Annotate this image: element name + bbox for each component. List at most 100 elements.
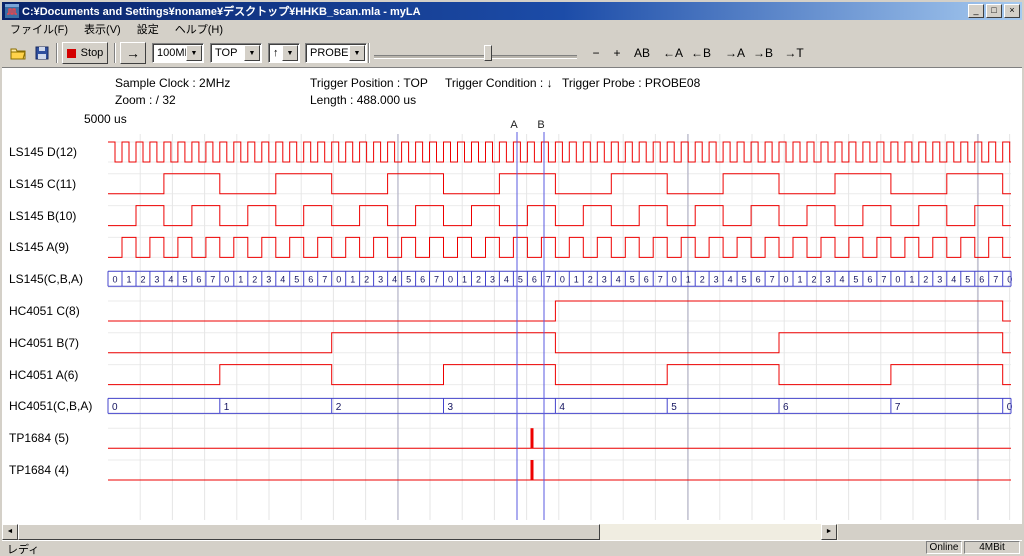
scroll-right-icon[interactable]: ► bbox=[821, 524, 837, 540]
ab-button[interactable]: AB bbox=[630, 44, 654, 62]
channel-label: LS145(C,B,A) bbox=[9, 271, 83, 287]
goto-trigger-button[interactable]: →T bbox=[782, 44, 806, 62]
svg-text:1: 1 bbox=[909, 275, 914, 285]
svg-text:6: 6 bbox=[644, 275, 649, 285]
horizontal-scrollbar[interactable]: ◄ ► bbox=[2, 524, 838, 540]
goto-a-right-button[interactable]: →A bbox=[722, 44, 748, 62]
svg-text:4: 4 bbox=[728, 275, 733, 285]
zoom-in-button[interactable]: + bbox=[608, 44, 626, 62]
svg-text:5: 5 bbox=[630, 275, 635, 285]
open-folder-icon bbox=[10, 47, 26, 60]
menu-view[interactable]: 表示(V) bbox=[76, 19, 129, 39]
trigger-position-select[interactable]: TOP ▼ bbox=[210, 43, 262, 63]
trigger-edge-select[interactable]: ↑ ▼ bbox=[268, 43, 300, 63]
trigger-edge-value: ↑ bbox=[273, 47, 279, 59]
svg-text:0: 0 bbox=[672, 275, 677, 285]
channel-label: TP1684 (4) bbox=[9, 462, 69, 478]
svg-text:6: 6 bbox=[420, 275, 425, 285]
zoom-slider[interactable] bbox=[374, 55, 577, 59]
goto-b-left-button[interactable]: ←B bbox=[688, 44, 714, 62]
svg-text:3: 3 bbox=[448, 402, 454, 413]
svg-text:0: 0 bbox=[448, 275, 453, 285]
channel-label: HC4051 A(6) bbox=[9, 367, 78, 383]
svg-text:4: 4 bbox=[616, 275, 621, 285]
svg-text:7: 7 bbox=[210, 275, 215, 285]
toolbar: Stop → 100MHz ▼ TOP ▼ ↑ ▼ PROBE00 ▼ − + … bbox=[2, 38, 1022, 68]
svg-text:0: 0 bbox=[112, 402, 118, 413]
svg-text:5: 5 bbox=[671, 402, 677, 413]
status-ready-text: レディ bbox=[7, 541, 39, 556]
svg-text:7: 7 bbox=[881, 275, 886, 285]
window-title: C:¥Documents and Settings¥noname¥デスクトップ¥… bbox=[22, 3, 966, 19]
svg-text:3: 3 bbox=[714, 275, 719, 285]
svg-text:2: 2 bbox=[140, 275, 145, 285]
probe-select[interactable]: PROBE00 ▼ bbox=[305, 43, 367, 63]
svg-text:0: 0 bbox=[1007, 402, 1013, 413]
save-button[interactable] bbox=[31, 42, 53, 64]
trigger-condition-info: Trigger Condition : ↓ bbox=[445, 76, 553, 90]
channel-label: LS145 B(10) bbox=[9, 208, 76, 224]
dropdown-arrow-icon[interactable]: ▼ bbox=[282, 45, 298, 61]
run-button[interactable]: → bbox=[120, 42, 146, 64]
channel-label: HC4051 B(7) bbox=[9, 335, 79, 351]
svg-text:5: 5 bbox=[294, 275, 299, 285]
minimize-button[interactable]: _ bbox=[968, 4, 984, 18]
svg-text:5: 5 bbox=[965, 275, 970, 285]
svg-text:5: 5 bbox=[518, 275, 523, 285]
menu-help[interactable]: ヘルプ(H) bbox=[167, 19, 231, 39]
stop-label: Stop bbox=[81, 47, 104, 59]
svg-text:3: 3 bbox=[490, 275, 495, 285]
length-info: Length : 488.000 us bbox=[310, 93, 416, 107]
scroll-thumb[interactable] bbox=[18, 524, 600, 540]
channel-label: HC4051 C(8) bbox=[9, 303, 80, 319]
svg-text:5: 5 bbox=[182, 275, 187, 285]
menu-file[interactable]: ファイル(F) bbox=[2, 19, 76, 39]
svg-text:7: 7 bbox=[434, 275, 439, 285]
waveform-canvas[interactable]: 0123456701234567012345670123456701234567… bbox=[2, 68, 1022, 524]
menu-bar: ファイル(F) 表示(V) 設定 ヘルプ(H) bbox=[2, 20, 1022, 38]
svg-text:7: 7 bbox=[770, 275, 775, 285]
sample-clock-info: Sample Clock : 2MHz bbox=[115, 76, 230, 90]
dropdown-arrow-icon[interactable]: ▼ bbox=[244, 45, 260, 61]
dropdown-arrow-icon[interactable]: ▼ bbox=[186, 45, 202, 61]
sample-clock-select[interactable]: 100MHz ▼ bbox=[152, 43, 204, 63]
svg-text:6: 6 bbox=[756, 275, 761, 285]
svg-text:6: 6 bbox=[196, 275, 201, 285]
status-bar: レディ Online 4MBit bbox=[2, 540, 1022, 554]
svg-text:4: 4 bbox=[559, 402, 565, 413]
goto-b-right-button[interactable]: →B bbox=[750, 44, 776, 62]
scroll-left-icon[interactable]: ◄ bbox=[2, 524, 18, 540]
svg-text:6: 6 bbox=[867, 275, 872, 285]
svg-text:6: 6 bbox=[308, 275, 313, 285]
svg-text:2: 2 bbox=[364, 275, 369, 285]
svg-text:0: 0 bbox=[224, 275, 229, 285]
svg-text:2: 2 bbox=[588, 275, 593, 285]
open-button[interactable] bbox=[7, 42, 29, 64]
svg-text:1: 1 bbox=[797, 275, 802, 285]
svg-text:2: 2 bbox=[476, 275, 481, 285]
channel-label: LS145 A(9) bbox=[9, 239, 69, 255]
menu-settings[interactable]: 設定 bbox=[129, 19, 167, 39]
svg-text:6: 6 bbox=[783, 402, 789, 413]
svg-text:2: 2 bbox=[923, 275, 928, 285]
svg-text:1: 1 bbox=[462, 275, 467, 285]
svg-text:6: 6 bbox=[532, 275, 537, 285]
close-button[interactable]: × bbox=[1004, 4, 1020, 18]
dropdown-arrow-icon[interactable]: ▼ bbox=[349, 45, 365, 61]
svg-text:3: 3 bbox=[825, 275, 830, 285]
channel-label: TP1684 (5) bbox=[9, 430, 69, 446]
toolbar-separator bbox=[56, 43, 58, 63]
app-icon bbox=[5, 4, 19, 18]
zoom-out-button[interactable]: − bbox=[587, 44, 605, 62]
stop-button[interactable]: Stop bbox=[62, 42, 108, 64]
svg-text:B: B bbox=[537, 119, 544, 131]
svg-text:1: 1 bbox=[350, 275, 355, 285]
scrollbar-filler bbox=[838, 524, 1022, 540]
maximize-button[interactable]: □ bbox=[986, 4, 1002, 18]
svg-text:1: 1 bbox=[224, 402, 230, 413]
trigger-probe-info: Trigger Probe : PROBE08 bbox=[562, 76, 700, 90]
goto-a-left-button[interactable]: ←A bbox=[660, 44, 686, 62]
zoom-slider-thumb[interactable] bbox=[484, 45, 492, 61]
svg-text:4: 4 bbox=[168, 275, 173, 285]
svg-text:2: 2 bbox=[700, 275, 705, 285]
